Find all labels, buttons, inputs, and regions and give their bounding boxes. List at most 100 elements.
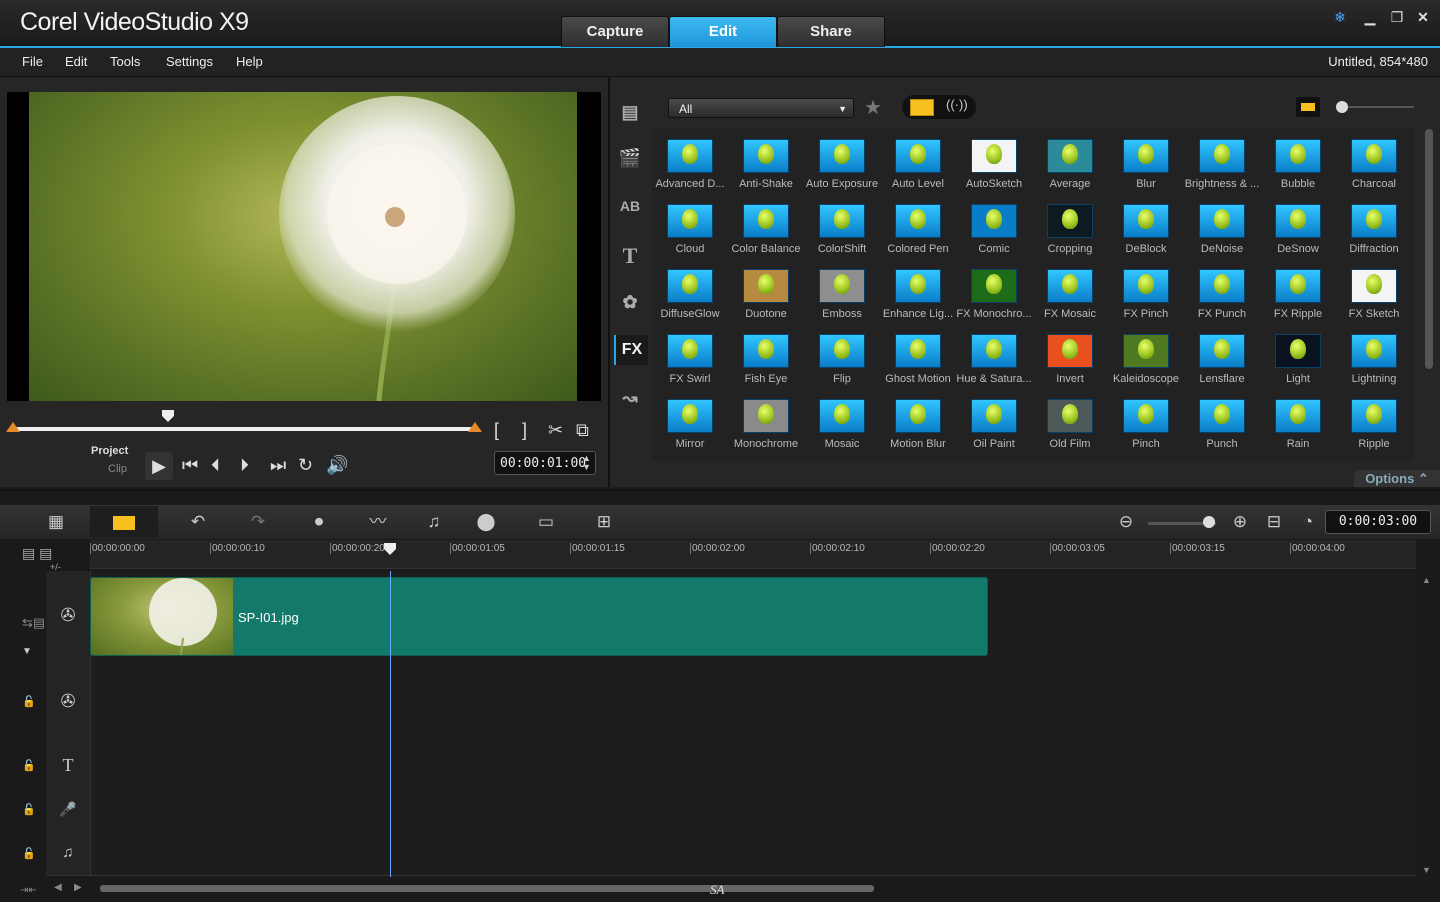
fx-filter-item[interactable]: DeBlock [1108,194,1184,259]
fx-filter-item[interactable]: Auto Exposure [804,129,880,194]
fx-filter-item[interactable]: Lightning [1336,324,1412,389]
overlay-track[interactable] [46,659,1416,744]
fx-filter-item[interactable]: Oil Paint [956,389,1032,454]
library-filter-select[interactable]: All ▼ [668,98,854,118]
fx-filter-item[interactable]: Punch [1184,389,1260,454]
fx-filter-item[interactable]: FX Swirl [652,324,728,389]
fx-filter-item[interactable]: AutoSketch [956,129,1032,194]
show-all-tracks-icon[interactable]: ▤ ▤ [22,545,52,562]
timeline-scrollbar[interactable] [100,885,874,892]
title-track[interactable] [46,743,1416,788]
fx-filter-item[interactable]: DiffuseGlow [652,259,728,324]
lock-icon[interactable]: 🔓 [22,847,36,860]
menu-tools[interactable]: Tools [110,54,140,69]
fx-icon[interactable]: FX [614,335,648,365]
tab-capture[interactable]: Capture [561,16,669,47]
fx-filter-item[interactable]: Rain [1260,389,1336,454]
fx-filter-item[interactable]: Monochrome [728,389,804,454]
storyboard-view-icon[interactable]: ▦ [40,510,72,534]
mode-clip[interactable]: Clip [108,463,127,475]
fx-filter-item[interactable]: DeSnow [1260,194,1336,259]
scroll-down-icon[interactable]: ▼ [1422,865,1431,875]
fx-filter-item[interactable]: Charcoal [1336,129,1412,194]
ripple-editing-icon[interactable]: ⇆▤ [22,615,45,631]
fx-filter-item[interactable]: Average [1032,129,1108,194]
close-icon[interactable]: ✕ [1412,8,1434,26]
timecode-display[interactable]: 00:00:01:00 [494,451,596,475]
fx-filter-item[interactable]: Auto Level [880,129,956,194]
fx-filter-item[interactable]: Ghost Motion [880,324,956,389]
minimize-icon[interactable]: ▁ [1359,8,1381,26]
mark-in-button[interactable]: [ [494,420,499,441]
next-frame-icon[interactable]: ⏵ [240,455,249,476]
fx-filter-item[interactable]: Fish Eye [728,324,804,389]
fx-filter-item[interactable]: FX Pinch [1108,259,1184,324]
enlarge-preview-icon[interactable]: ⧉ [576,420,589,441]
repeat-icon[interactable]: ↻ [298,455,313,476]
fx-filter-item[interactable]: Kaleidoscope [1108,324,1184,389]
fx-filter-item[interactable]: Advanced D... [652,129,728,194]
track-height-icon[interactable]: ⇥⇤ [20,885,37,896]
transition-icon[interactable]: AB [614,191,646,221]
fx-filter-item[interactable]: Emboss [804,259,880,324]
scrub-bar[interactable] [14,427,478,431]
menu-file[interactable]: File [22,54,43,69]
mark-out-button[interactable]: ] [522,420,527,441]
show-video-filters-icon[interactable] [910,99,934,116]
subtitle-editor-icon[interactable]: ▭ [530,510,562,534]
music-track[interactable] [46,831,1416,876]
fx-filter-item[interactable]: Blur [1108,129,1184,194]
playhead-handle[interactable] [384,543,396,555]
lock-icon[interactable]: 🔓 [22,759,36,772]
timecode-stepper-icon[interactable]: ▲ ▼ [582,454,591,472]
graphic-icon[interactable]: ✿ [614,287,646,317]
menu-settings[interactable]: Settings [166,54,213,69]
fx-filter-item[interactable]: Mosaic [804,389,880,454]
fx-filter-item[interactable]: Cloud [652,194,728,259]
thumbnail-view-button[interactable] [1296,97,1320,117]
fx-filter-item[interactable]: DeNoise [1184,194,1260,259]
fx-filter-item[interactable]: Invert [1032,324,1108,389]
end-icon[interactable]: ⏭ [270,455,286,476]
sound-mixer-icon[interactable]: 〰 [362,510,394,534]
multi-camera-icon[interactable]: ⊞ [588,510,620,534]
fx-filter-item[interactable]: Old Film [1032,389,1108,454]
title-icon[interactable]: T [614,241,646,271]
fx-filter-item[interactable]: FX Ripple [1260,259,1336,324]
options-button[interactable]: Options ⌃ [1354,470,1440,487]
lock-icon[interactable]: 🔓 [22,695,36,708]
fx-filter-item[interactable]: Hue & Satura... [956,324,1032,389]
zoom-out-icon[interactable]: ⊖ [1110,510,1142,534]
scroll-up-icon[interactable]: ▲ [1422,575,1431,585]
fx-filter-item[interactable]: Mirror [652,389,728,454]
previous-frame-icon[interactable]: ⏴ [211,455,220,476]
fx-filter-item[interactable]: FX Mosaic [1032,259,1108,324]
tab-share[interactable]: Share [777,16,885,47]
undo-icon[interactable]: ↶ [182,510,214,534]
title-track-icon[interactable]: T [46,743,91,787]
fx-filter-item[interactable]: Duotone [728,259,804,324]
fx-filter-item[interactable]: FX Monochro... [956,259,1032,324]
record-capture-icon[interactable]: ⏺ [303,510,335,534]
fx-filter-item[interactable]: Flip [804,324,880,389]
timeline-clip[interactable]: SP-I01.jpg [90,577,988,656]
timeline-ruler[interactable]: 00:00:00:00 00:00:00:10 00:00:00:20 00:00:0… [90,540,1416,569]
scroll-right-icon[interactable]: ▶ [74,882,82,893]
auto-music-icon[interactable]: ♫ [418,510,450,534]
menu-help[interactable]: Help [236,54,263,69]
fx-filter-item[interactable]: Cropping [1032,194,1108,259]
zoom-in-icon[interactable]: ⊕ [1224,510,1256,534]
play-button[interactable]: ▶ [145,452,173,480]
redo-icon[interactable]: ↷ [242,510,274,534]
voice-track-icon[interactable]: 🎤 [46,787,91,831]
media-icon[interactable]: ▤ [614,97,646,127]
fx-filter-item[interactable]: ColorShift [804,194,880,259]
fx-filter-item[interactable]: Bubble [1260,129,1336,194]
fit-project-icon[interactable]: ⊟ [1258,510,1290,534]
fx-filter-item[interactable]: Light [1260,324,1336,389]
tab-edit[interactable]: Edit [669,16,777,47]
restore-icon[interactable]: ❐ [1386,8,1408,26]
trim-end-marker[interactable] [468,422,482,432]
add-favorite-icon[interactable]: ★ [864,95,882,120]
scroll-left-icon[interactable]: ◀ [54,882,62,893]
